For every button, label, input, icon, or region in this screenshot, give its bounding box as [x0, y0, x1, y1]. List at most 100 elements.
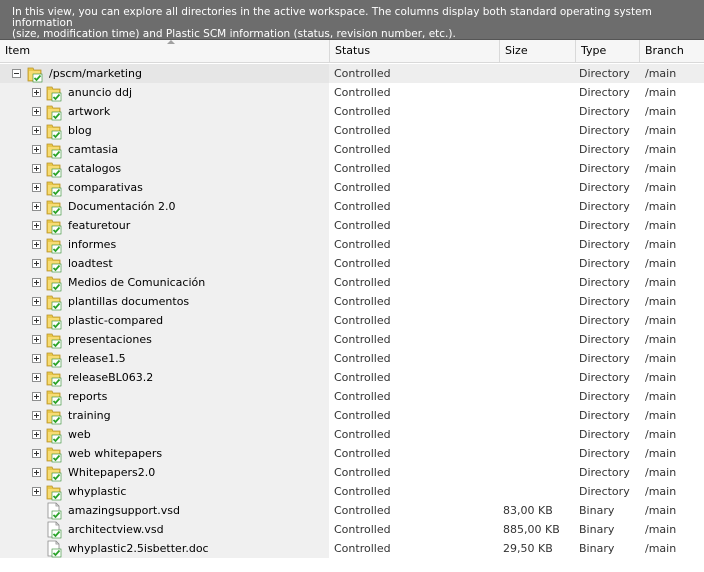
- cell-type: Directory: [579, 219, 630, 232]
- workspace-tree: /pscm/marketing Controlled Directory/main a…: [0, 64, 704, 558]
- expand-plus-icon[interactable]: [32, 202, 41, 211]
- folder-controlled-icon: [45, 236, 63, 254]
- expand-plus-icon[interactable]: [32, 145, 41, 154]
- column-header-item[interactable]: Item: [0, 40, 330, 62]
- folder-controlled-icon: [45, 84, 63, 102]
- tree-row[interactable]: loadtest Controlled Directory/main: [0, 254, 704, 273]
- cell-branch: /main: [645, 124, 677, 137]
- item-name: Medios de Comunicación: [68, 276, 206, 289]
- tree-row[interactable]: architectview.vsd Controlled 885,00 KB Bina…: [0, 520, 704, 539]
- cell-type: Directory: [579, 162, 630, 175]
- cell-type: Directory: [579, 124, 630, 137]
- tree-row[interactable]: web Controlled Directory/main: [0, 425, 704, 444]
- cell-type: Directory: [579, 352, 630, 365]
- cell-status: Controlled: [334, 181, 391, 194]
- cell-status: Controlled: [334, 409, 391, 422]
- cell-branch: /main: [645, 485, 677, 498]
- cell-branch: /main: [645, 314, 677, 327]
- expand-plus-icon[interactable]: [32, 411, 41, 420]
- item-name: comparativas: [68, 181, 143, 194]
- cell-status: Controlled: [334, 257, 391, 270]
- tree-row[interactable]: anuncio ddj Controlled Directory/main: [0, 83, 704, 102]
- tree-row[interactable]: informes Controlled Directory/main: [0, 235, 704, 254]
- item-name: releaseBL063.2: [68, 371, 154, 384]
- file-controlled-icon: [45, 502, 63, 520]
- item-name: catalogos: [68, 162, 122, 175]
- item-name: whyplastic2.5isbetter.doc: [68, 542, 209, 555]
- expand-plus-icon[interactable]: [32, 240, 41, 249]
- column-header-branch[interactable]: Branch: [640, 40, 704, 62]
- tree-row[interactable]: web whitepapers Controlled Directory/main: [0, 444, 704, 463]
- tree-row[interactable]: whyplastic Controlled Directory/main: [0, 482, 704, 501]
- cell-status: Controlled: [334, 428, 391, 441]
- tree-row[interactable]: reports Controlled Directory/main: [0, 387, 704, 406]
- cell-status: Controlled: [334, 333, 391, 346]
- tree-row[interactable]: blog Controlled Directory/main: [0, 121, 704, 140]
- cell-status: Controlled: [334, 485, 391, 498]
- item-name: web whitepapers: [68, 447, 163, 460]
- info-text-line-2: (size, modification time) and Plastic SC…: [12, 28, 456, 40]
- cell-status: Controlled: [334, 86, 391, 99]
- tree-row[interactable]: featuretour Controlled Directory/main: [0, 216, 704, 235]
- cell-branch: /main: [645, 352, 677, 365]
- expand-plus-icon[interactable]: [32, 297, 41, 306]
- tree-row[interactable]: presentaciones Controlled Directory/main: [0, 330, 704, 349]
- expand-plus-icon[interactable]: [32, 392, 41, 401]
- expand-plus-icon[interactable]: [32, 449, 41, 458]
- cell-type: Directory: [579, 200, 630, 213]
- expand-plus-icon[interactable]: [32, 373, 41, 382]
- tree-row[interactable]: release1.5 Controlled Directory/main: [0, 349, 704, 368]
- folder-controlled-icon: [45, 388, 63, 406]
- expand-plus-icon[interactable]: [32, 430, 41, 439]
- expand-plus-icon[interactable]: [32, 278, 41, 287]
- tree-row[interactable]: comparativas Controlled Directory/main: [0, 178, 704, 197]
- info-banner: In this view, you can explore all direct…: [0, 0, 704, 40]
- tree-row[interactable]: plastic-compared Controlled Directory/main: [0, 311, 704, 330]
- cell-status: Controlled: [334, 523, 391, 536]
- cell-branch: /main: [645, 523, 677, 536]
- item-name: artwork: [68, 105, 111, 118]
- cell-status: Controlled: [334, 124, 391, 137]
- column-header-status[interactable]: Status: [330, 40, 500, 62]
- cell-type: Binary: [579, 542, 615, 555]
- tree-row[interactable]: Documentación 2.0 Controlled Directory/mai…: [0, 197, 704, 216]
- folder-controlled-icon: [45, 179, 63, 197]
- item-name: reports: [68, 390, 108, 403]
- expand-plus-icon[interactable]: [32, 221, 41, 230]
- folder-controlled-icon: [45, 464, 63, 482]
- expand-plus-icon[interactable]: [32, 164, 41, 173]
- tree-row[interactable]: training Controlled Directory/main: [0, 406, 704, 425]
- expand-plus-icon[interactable]: [32, 335, 41, 344]
- tree-row[interactable]: artwork Controlled Directory/main: [0, 102, 704, 121]
- folder-controlled-icon: [45, 198, 63, 216]
- column-header-type[interactable]: Type: [576, 40, 640, 62]
- cell-status: Controlled: [334, 504, 391, 517]
- expand-plus-icon[interactable]: [32, 468, 41, 477]
- expand-plus-icon[interactable]: [32, 88, 41, 97]
- expand-plus-icon[interactable]: [32, 354, 41, 363]
- collapse-minus-icon[interactable]: [12, 69, 21, 78]
- column-header-size[interactable]: Size: [500, 40, 576, 62]
- expand-plus-icon[interactable]: [32, 316, 41, 325]
- tree-row[interactable]: Medios de Comunicación Controlled Director…: [0, 273, 704, 292]
- cell-status: Controlled: [334, 105, 391, 118]
- tree-row[interactable]: amazingsupport.vsd Controlled 83,00 KB Bina…: [0, 501, 704, 520]
- cell-branch: /main: [645, 200, 677, 213]
- folder-controlled-icon: [45, 445, 63, 463]
- cell-status: Controlled: [334, 200, 391, 213]
- tree-row[interactable]: plantillas documentos Controlled Directory…: [0, 292, 704, 311]
- tree-row[interactable]: releaseBL063.2 Controlled Directory/main: [0, 368, 704, 387]
- cell-type: Directory: [579, 333, 630, 346]
- cell-type: Directory: [579, 276, 630, 289]
- expand-plus-icon[interactable]: [32, 259, 41, 268]
- tree-row[interactable]: Whitepapers2.0 Controlled Directory/main: [0, 463, 704, 482]
- expand-plus-icon[interactable]: [32, 107, 41, 116]
- tree-row[interactable]: camtasia Controlled Directory/main: [0, 140, 704, 159]
- file-controlled-icon: [45, 521, 63, 539]
- tree-row-root[interactable]: /pscm/marketing Controlled Directory/main: [0, 64, 704, 83]
- expand-plus-icon[interactable]: [32, 183, 41, 192]
- tree-row[interactable]: catalogos Controlled Directory/main: [0, 159, 704, 178]
- tree-row[interactable]: whyplastic2.5isbetter.doc Controlled 29,50…: [0, 539, 704, 558]
- expand-plus-icon[interactable]: [32, 487, 41, 496]
- expand-plus-icon[interactable]: [32, 126, 41, 135]
